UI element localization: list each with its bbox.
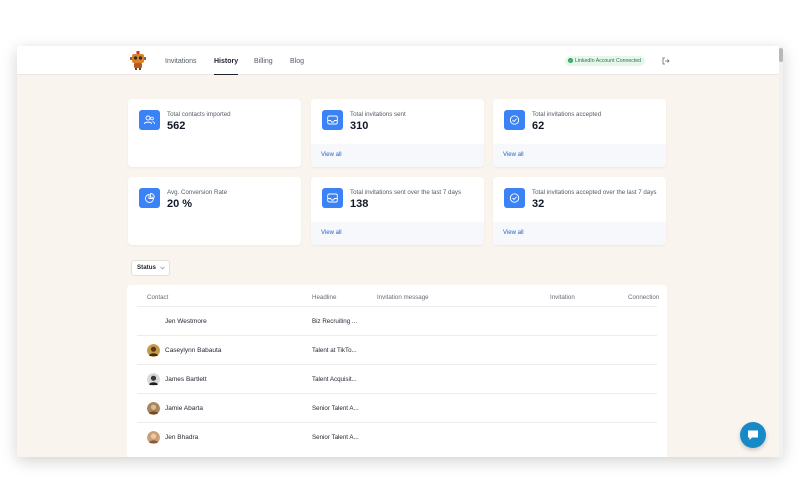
linkedin-status-text: LinkedIn Account Connected — [575, 58, 642, 64]
chevron-down-icon — [160, 266, 165, 270]
stat-label: Total invitations sent — [350, 111, 406, 118]
check-circle-icon — [504, 188, 525, 208]
column-header-invitation-message[interactable]: Invitation message — [377, 294, 429, 301]
view-all-link[interactable]: View all — [503, 230, 524, 236]
stat-value: 562 — [167, 120, 186, 132]
stat-value: 310 — [350, 120, 369, 132]
contact-headline: Senior Talent A... — [312, 405, 359, 412]
stat-label: Total invitations accepted over the last… — [532, 189, 657, 196]
stat-card-invitations-sent: Total invitations sent 310 View all — [311, 99, 484, 167]
stat-value: 32 — [532, 198, 545, 210]
stat-value: 62 — [532, 120, 545, 132]
avatar — [147, 431, 160, 444]
contact-name[interactable]: Jen Bhadra — [165, 434, 198, 441]
contact-name[interactable]: Jen Westmore — [165, 318, 207, 325]
contact-name[interactable]: Jamie Abarta — [165, 405, 203, 412]
stat-label: Avg. Conversion Rate — [167, 189, 228, 196]
inbox-icon — [322, 110, 343, 130]
stat-card-conversion-rate: Avg. Conversion Rate 20 % — [128, 177, 301, 245]
table-row[interactable]: Jamie Abarta Senior Talent A... — [137, 393, 657, 422]
card-footer: View all — [311, 222, 484, 245]
avatar — [147, 373, 160, 386]
scrollbar-thumb[interactable] — [779, 48, 783, 62]
check-icon: ✓ — [568, 57, 573, 63]
page-scrollbar[interactable] — [779, 46, 783, 457]
status-filter-label: Status — [137, 264, 156, 271]
top-navbar: Invitations History Billing Blog ✓ Linked… — [17, 46, 783, 75]
column-header-invitation[interactable]: Invitation — [550, 294, 575, 301]
stat-card-invitations-accepted-7-days: Total invitations accepted over the last… — [493, 177, 666, 245]
logout-icon[interactable] — [662, 57, 670, 65]
stat-card-contacts-imported: Total contacts imported 562 — [128, 99, 301, 167]
card-footer: View all — [493, 144, 666, 167]
contact-name[interactable]: James Bartlett — [165, 376, 207, 383]
nav-invitations[interactable]: Invitations — [165, 46, 197, 75]
column-header-headline[interactable]: Headline — [312, 294, 336, 301]
contact-headline: Talent at TikTo... — [312, 347, 357, 354]
pie-chart-icon — [139, 188, 160, 208]
stat-value: 138 — [350, 198, 369, 210]
nav-blog[interactable]: Blog — [290, 46, 304, 75]
contact-headline: Talent Acquisit... — [312, 376, 357, 383]
nav-billing[interactable]: Billing — [254, 46, 273, 75]
contact-name[interactable]: Caseylynn Babauta — [165, 347, 221, 354]
column-header-contact[interactable]: Contact — [147, 294, 168, 301]
stat-label: Total invitations accepted — [532, 111, 602, 118]
avatar — [147, 344, 160, 357]
app-window: Invitations History Billing Blog ✓ Linked… — [17, 46, 783, 457]
stat-value: 20 % — [167, 198, 193, 210]
table-row[interactable]: Caseylynn Babauta Talent at TikTo... — [137, 335, 657, 364]
table-row[interactable]: Jen Bhadra Senior Talent A... — [137, 422, 657, 451]
status-filter-dropdown[interactable]: Status — [131, 260, 170, 276]
contacts-table: Contact Headline Invitation message Invi… — [127, 285, 667, 457]
linkedin-status-badge: ✓ LinkedIn Account Connected — [565, 56, 646, 66]
robot-logo-icon[interactable] — [129, 51, 147, 70]
table-row[interactable]: James Bartlett Talent Acquisit... — [137, 364, 657, 393]
contact-headline: Senior Talent A... — [312, 434, 359, 441]
stat-card-invitations-accepted: Total invitations accepted 62 View all — [493, 99, 666, 167]
chat-widget-button[interactable] — [740, 422, 766, 448]
view-all-link[interactable]: View all — [503, 152, 524, 158]
table-row[interactable]: Jen Westmore Biz Recruiting ... — [137, 306, 657, 335]
column-header-connection[interactable]: Connection — [628, 294, 666, 301]
contact-headline: Biz Recruiting ... — [312, 318, 358, 325]
stat-label: Total contacts imported — [167, 111, 231, 118]
nav-history[interactable]: History — [214, 46, 239, 75]
stat-card-invitations-sent-7-days: Total invitations sent over the last 7 d… — [311, 177, 484, 245]
card-footer: View all — [493, 222, 666, 245]
check-circle-icon — [504, 110, 525, 130]
view-all-link[interactable]: View all — [321, 230, 342, 236]
avatar — [147, 402, 160, 415]
card-footer: View all — [311, 144, 484, 167]
stat-label: Total invitations sent over the last 7 d… — [350, 189, 462, 196]
inbox-icon — [322, 188, 343, 208]
contacts-icon — [139, 110, 160, 130]
view-all-link[interactable]: View all — [321, 152, 342, 158]
chat-icon — [748, 430, 758, 440]
